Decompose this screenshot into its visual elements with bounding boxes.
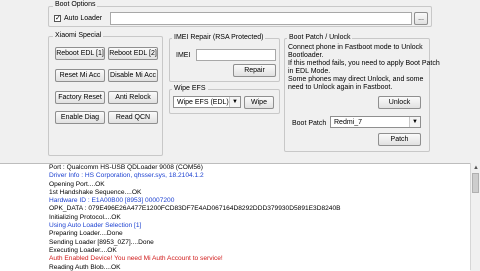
disable-mi-acc-button[interactable]: Disable Mi Acc <box>108 69 158 82</box>
anti-relock-button[interactable]: Anti Relock <box>108 91 158 104</box>
reboot-edl-1-button[interactable]: Reboot EDL [1] <box>55 47 105 60</box>
boot-patch-info-line: Bootloader. <box>288 52 324 59</box>
auto-loader-checkbox[interactable]: ✓ <box>54 15 61 22</box>
device-model-select[interactable]: Redmi_7 ▼ <box>330 116 421 128</box>
auto-loader-label: Auto Loader <box>64 15 103 22</box>
factory-reset-button[interactable]: Factory Reset <box>55 91 105 104</box>
log-line: Auth Enabled Device! You need Mi Auth Ac… <box>49 255 223 263</box>
imei-input[interactable] <box>196 49 276 61</box>
reset-mi-acc-button[interactable]: Reset Mi Acc <box>55 69 105 82</box>
log-line: Hardware ID : E1A00B00 [8953] 00007200 <box>49 197 175 205</box>
log-line: 1st Handshake Sequence....OK <box>49 188 142 196</box>
log-line: Using Auto Loader Selection [1] <box>49 222 142 230</box>
enable-diag-button[interactable]: Enable Diag <box>55 111 105 124</box>
imei-repair-title: IMEI Repair (RSA Protected) <box>172 34 266 42</box>
log-line: Executing Loader....OK <box>49 246 117 254</box>
log-line: OPK_DATA : 079E496E26A477E1200FCD83DF7E4… <box>49 205 341 213</box>
scrollbar-thumb[interactable] <box>472 173 479 193</box>
boot-patch-info-line: Some phones may direct Unlock, and some <box>288 76 424 83</box>
checkmark-icon: ✓ <box>55 15 61 22</box>
log-line: Preparing Loader....Done <box>49 230 123 238</box>
boot-patch-unlock-title: Boot Patch / Unlock <box>287 34 353 42</box>
log-line: Sending Loader [8953_0Z7]....Done <box>49 238 154 246</box>
wipe-efs-select[interactable]: Wipe EFS (EDL) ▼ <box>173 96 241 108</box>
reboot-edl-2-button[interactable]: Reboot EDL [2] <box>108 47 158 60</box>
log-console[interactable]: Port : Qualcomm HS-USB QDLoader 9008 (CO… <box>0 163 470 271</box>
xiaomi-special-title: Xiaomi Special <box>53 32 104 40</box>
loader-path-field[interactable] <box>110 12 412 25</box>
wipe-button[interactable]: Wipe <box>244 96 274 109</box>
boot-patch-info-line: need to Unlock again in Fastboot. <box>288 84 393 91</box>
log-line: Initializing Protocol....OK <box>49 213 121 221</box>
log-line: Port : Qualcomm HS-USB QDLoader 9008 (CO… <box>49 164 203 171</box>
log-scrollbar[interactable]: ▲ <box>470 163 480 270</box>
scroll-up-icon[interactable]: ▲ <box>472 164 480 172</box>
boot-options-title: Boot Options <box>53 1 98 9</box>
repair-button[interactable]: Repair <box>233 64 276 77</box>
chevron-down-icon: ▼ <box>409 117 420 127</box>
browse-loader-button[interactable]: ... <box>414 12 428 25</box>
log-line: Opening Port....OK <box>49 180 105 188</box>
chevron-down-icon: ▼ <box>229 97 240 107</box>
boot-patch-info-line: Connect phone in Fastboot mode to Unlock <box>288 44 423 51</box>
boot-patch-info-line: in EDL Mode. <box>288 68 331 75</box>
imei-label: IMEI <box>176 52 191 59</box>
boot-patch-info-line: If this method fails, you need to apply … <box>288 60 440 67</box>
boot-patch-label: Boot Patch <box>292 120 327 127</box>
read-qcn-button[interactable]: Read QCN <box>108 111 158 124</box>
log-line: Driver Info : HS Corporation, qhsser.sys… <box>49 172 204 180</box>
unlock-button[interactable]: Unlock <box>378 96 421 109</box>
patch-button[interactable]: Patch <box>378 133 421 146</box>
wipe-efs-title: Wipe EFS <box>172 85 208 93</box>
